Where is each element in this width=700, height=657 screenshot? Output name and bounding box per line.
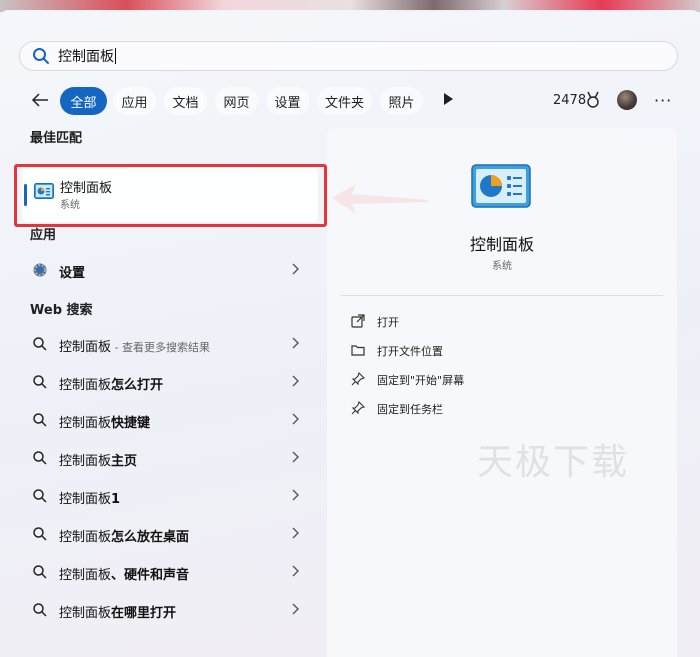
search-icon — [33, 527, 47, 541]
apps-heading: 应用 — [30, 228, 57, 243]
web-result-label: 控制面板怎么放在桌面 — [59, 530, 190, 545]
web-result-item[interactable]: 控制面板怎么打开 — [22, 365, 318, 399]
chevron-right-icon — [292, 527, 299, 539]
search-input[interactable]: 控制面板 — [58, 46, 116, 66]
tab-photos[interactable]: 照片 — [380, 87, 423, 115]
search-box[interactable]: 控制面板 — [19, 41, 678, 71]
chevron-right-icon — [292, 375, 299, 387]
search-icon — [33, 48, 49, 64]
chevron-right-icon — [292, 565, 299, 577]
search-icon — [33, 603, 47, 617]
search-icon — [33, 413, 47, 427]
web-result-item[interactable]: 控制面板主页 — [22, 441, 318, 475]
pin-icon — [351, 401, 365, 415]
settings-gear-icon — [33, 263, 47, 277]
web-result-label: 控制面板、硬件和声音 — [59, 568, 190, 583]
watermark: 天极下载 — [477, 442, 630, 483]
search-icon — [33, 375, 47, 389]
result-preview-pane: 控制面板 系统 打开 打开文件位置 固定到"开始"屏幕 固定到任务栏 天极下载 — [327, 128, 677, 657]
divider — [341, 295, 663, 296]
annotation-highlight-box — [14, 164, 327, 227]
user-avatar[interactable] — [617, 90, 637, 110]
action-label: 固定到任务栏 — [377, 403, 443, 416]
chevron-right-icon — [292, 413, 299, 425]
web-result-item[interactable]: 控制面板在哪里打开 — [22, 593, 318, 627]
tab-all[interactable]: 全部 — [60, 87, 107, 115]
open-external-icon — [351, 314, 365, 328]
action-label: 打开文件位置 — [377, 345, 443, 358]
web-result-item[interactable]: 控制面板怎么放在桌面 — [22, 517, 318, 551]
chevron-right-icon — [292, 603, 299, 615]
start-search-panel: 控制面板 全部 应用 文档 网页 设置 文件夹 照片 2478 ··· 最佳匹配 — [0, 10, 700, 657]
web-result-item[interactable]: 控制面板、硬件和声音 — [22, 555, 318, 589]
web-result-label: 控制面板1 — [59, 492, 121, 507]
web-result-label: 控制面板主页 — [59, 454, 138, 469]
preview-subtitle: 系统 — [492, 261, 512, 272]
chevron-right-icon — [292, 263, 299, 275]
tab-settings[interactable]: 设置 — [266, 87, 309, 115]
folder-icon — [351, 345, 365, 356]
control-panel-large-icon — [471, 164, 531, 208]
web-result-label: 控制面板 - 查看更多搜索结果 — [59, 340, 210, 355]
web-result-item[interactable]: 控制面板 - 查看更多搜索结果 — [22, 327, 318, 361]
search-icon — [33, 565, 47, 579]
search-icon — [33, 451, 47, 465]
search-icon — [33, 337, 47, 351]
tab-folders[interactable]: 文件夹 — [317, 87, 372, 115]
web-search-heading: Web 搜索 — [30, 303, 93, 318]
pin-icon — [351, 372, 365, 386]
web-result-item[interactable]: 控制面板1 — [22, 479, 318, 513]
search-icon — [33, 489, 47, 503]
chevron-right-icon — [292, 451, 299, 463]
back-arrow-icon[interactable] — [30, 91, 50, 109]
app-item-label: 设置 — [59, 266, 86, 281]
tab-documents[interactable]: 文档 — [164, 87, 207, 115]
filter-bar: 全部 应用 文档 网页 设置 文件夹 照片 2478 ··· — [0, 85, 700, 115]
rewards-points: 2478 — [553, 93, 587, 108]
web-result-label: 控制面板怎么打开 — [59, 378, 164, 393]
best-match-heading: 最佳匹配 — [30, 131, 83, 146]
web-result-label: 控制面板在哪里打开 — [59, 606, 177, 621]
preview-title: 控制面板 — [469, 235, 534, 254]
text-caret — [115, 48, 116, 64]
more-filters-play-icon[interactable] — [444, 93, 453, 105]
action-label: 固定到"开始"屏幕 — [377, 374, 465, 387]
chevron-right-icon — [292, 489, 299, 501]
web-result-label: 控制面板快捷键 — [59, 416, 151, 431]
chevron-right-icon — [292, 337, 299, 349]
web-result-item[interactable]: 控制面板快捷键 — [22, 403, 318, 437]
app-item-settings[interactable]: 设置 — [22, 253, 318, 287]
action-label: 打开 — [377, 316, 399, 329]
tab-web[interactable]: 网页 — [215, 87, 258, 115]
rewards-medal-icon[interactable] — [585, 91, 601, 109]
tab-apps[interactable]: 应用 — [113, 87, 156, 115]
more-options-icon[interactable]: ··· — [654, 91, 672, 110]
